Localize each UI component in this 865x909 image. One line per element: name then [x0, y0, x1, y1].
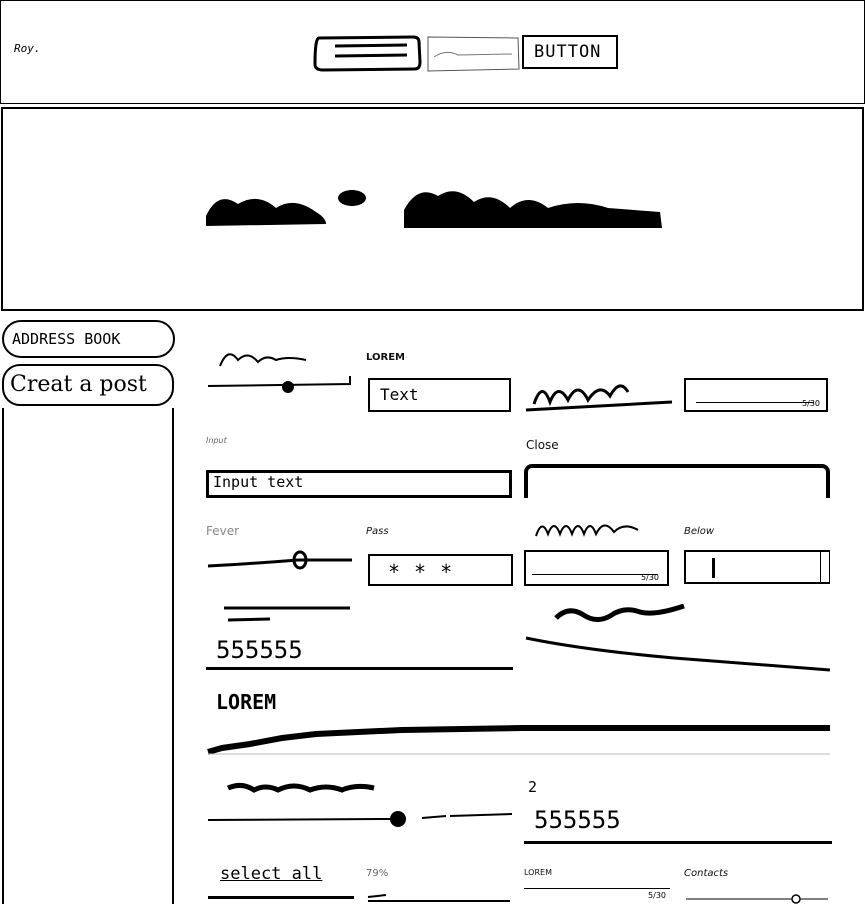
wave-line-field[interactable] — [524, 602, 832, 672]
number-b-label: 2 — [528, 778, 538, 796]
lorem-counter-field[interactable]: 5/30 — [524, 888, 670, 904]
below-cursor — [712, 558, 715, 578]
contacts-label: Contacts — [684, 868, 729, 879]
slider-3-sketch — [207, 782, 513, 827]
select-all-underline — [208, 896, 354, 899]
lorem-small-label: LOREM — [524, 868, 552, 877]
hero-title-scribble — [198, 178, 668, 238]
header-button-label: BUTTON — [534, 42, 602, 62]
hero-scribble-shape — [206, 190, 662, 228]
percent-label: 79% — [366, 868, 389, 879]
select-all-label: select all — [220, 864, 323, 884]
counter-b: 5/30 — [641, 573, 659, 582]
slider-1[interactable] — [206, 346, 354, 396]
header-slider-sketch — [427, 36, 520, 72]
counter-a: 5/30 — [802, 399, 820, 408]
counter-c: 5/30 — [648, 891, 666, 900]
slider-3[interactable] — [206, 778, 514, 827]
slider-2-sketch — [207, 550, 352, 570]
counter-field-b[interactable]: 5/30 — [524, 550, 669, 586]
signature-scribble — [525, 384, 673, 412]
heading-lorem: LOREM — [216, 690, 277, 714]
percent-slider[interactable] — [366, 888, 512, 902]
sidebar-panel — [2, 408, 174, 904]
wave-scribble — [535, 524, 639, 537]
number-a-label-sketch — [224, 606, 350, 622]
password-value: *** — [388, 560, 467, 584]
wave-label-scribble — [534, 514, 644, 540]
below-label: Below — [684, 526, 715, 537]
contacts-slider[interactable] — [684, 890, 830, 904]
nav-create-post-label: Creat a post — [10, 372, 147, 397]
nav-create-post[interactable]: Creat a post — [2, 364, 174, 406]
header-input-field[interactable] — [313, 34, 422, 72]
header-slider-field[interactable] — [426, 35, 520, 72]
header-button[interactable]: BUTTON — [522, 35, 618, 69]
number-b-value: 555555 — [534, 806, 621, 834]
counter-field-b-line — [532, 574, 658, 575]
lorem-slider-track[interactable] — [206, 718, 832, 758]
select-all-field[interactable]: select all — [206, 860, 356, 904]
counter-field-a-line — [696, 402, 814, 403]
lorem-text-field-value: Text — [380, 385, 419, 404]
contacts-slider-sketch — [686, 894, 828, 904]
lorem-label: LOREM — [366, 352, 405, 363]
input-text-field[interactable]: Input text — [206, 470, 512, 498]
slider-1-sketch — [207, 353, 351, 393]
close-field[interactable] — [524, 464, 830, 498]
percent-slider-sketch — [367, 894, 510, 902]
number-a-field[interactable]: 555555 — [206, 632, 513, 670]
signature-field[interactable] — [524, 370, 674, 414]
number-b-field[interactable]: 555555 — [524, 802, 832, 844]
counter-field-a[interactable]: 5/30 — [684, 378, 828, 412]
number-a-label-lines — [222, 604, 352, 626]
wave-line-sketch — [525, 603, 831, 672]
nav-address-book-label: ADDRESS BOOK — [12, 330, 121, 348]
fever-label: Fever — [206, 524, 240, 538]
password-field[interactable]: *** — [368, 554, 513, 586]
nav-address-book[interactable]: ADDRESS BOOK — [2, 320, 175, 358]
input-label: Input — [206, 436, 227, 445]
lorem-track-sketch — [207, 725, 830, 755]
pass-label: Pass — [366, 526, 389, 537]
header-input-sketch — [313, 35, 422, 72]
number-a-value: 555555 — [216, 636, 303, 664]
close-label: Close — [526, 438, 559, 452]
logo: Roy. — [14, 42, 41, 55]
slider-2[interactable] — [206, 548, 354, 574]
below-field[interactable] — [684, 550, 830, 584]
input-text-value: Input text — [213, 473, 304, 491]
below-divider — [820, 552, 821, 584]
lorem-text-field[interactable]: Text — [368, 378, 511, 412]
